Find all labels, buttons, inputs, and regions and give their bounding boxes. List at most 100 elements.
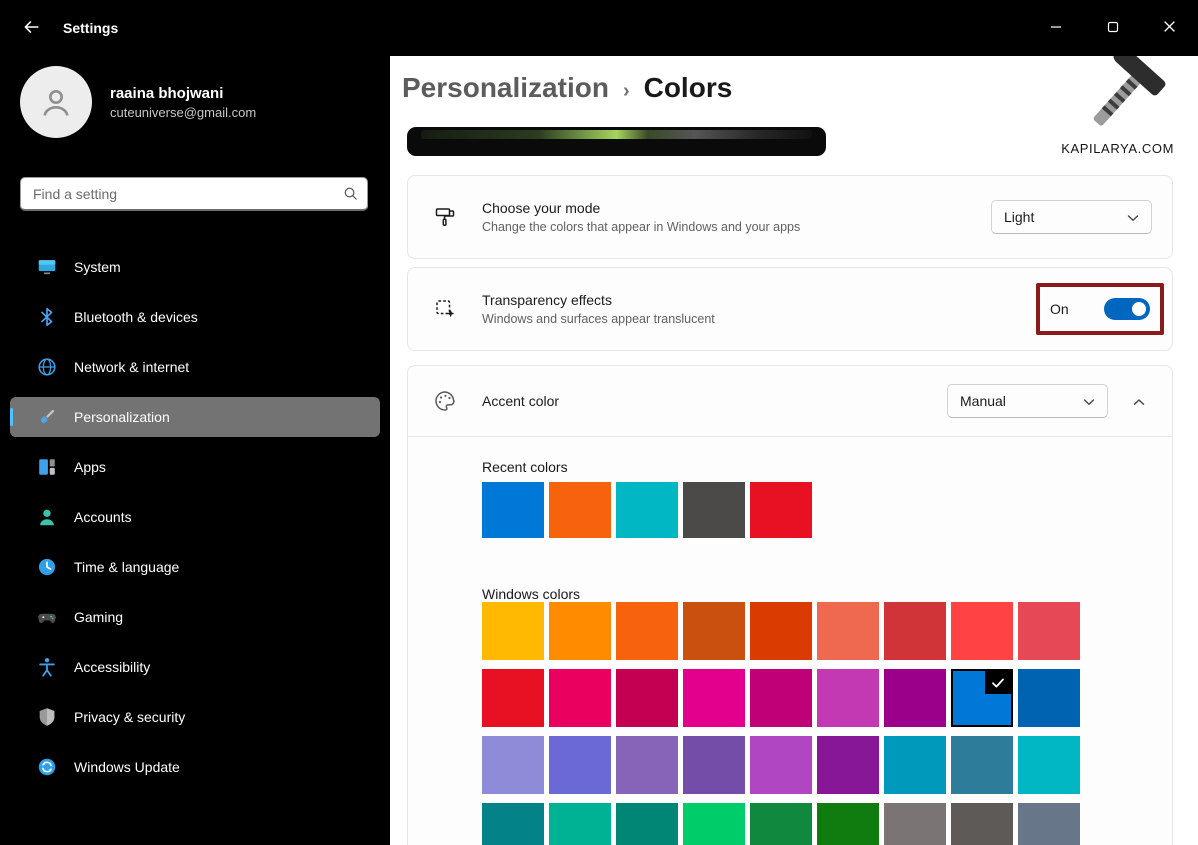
- color-swatch[interactable]: [884, 736, 946, 794]
- color-swatch[interactable]: [750, 602, 812, 660]
- color-swatch[interactable]: [951, 602, 1013, 660]
- color-swatch[interactable]: [482, 602, 544, 660]
- color-swatch[interactable]: [1018, 736, 1080, 794]
- accent-card-title: Accent color: [482, 393, 559, 409]
- transparency-toggle[interactable]: [1104, 298, 1150, 320]
- sidebar-item-label: Time & language: [74, 559, 179, 575]
- color-swatch[interactable]: [884, 669, 946, 727]
- globe-icon: [36, 356, 58, 378]
- maximize-button[interactable]: [1084, 0, 1141, 56]
- user-name: raaina bhojwani: [110, 85, 256, 102]
- color-swatch[interactable]: [549, 736, 611, 794]
- avatar: [20, 66, 92, 138]
- main-content: Personalization › Colors KAPILARYA.COM: [390, 56, 1198, 845]
- color-swatch[interactable]: [482, 803, 544, 845]
- selected-check-icon: [985, 671, 1011, 694]
- paintbrush-icon: [36, 406, 58, 428]
- color-swatch[interactable]: [951, 803, 1013, 845]
- back-button[interactable]: [16, 13, 46, 43]
- color-swatch-selected[interactable]: [951, 669, 1013, 727]
- maximize-icon: [1107, 21, 1119, 36]
- color-swatch[interactable]: [750, 669, 812, 727]
- color-swatch[interactable]: [549, 602, 611, 660]
- transparency-icon: [432, 297, 458, 321]
- sidebar-item-label: Accounts: [74, 509, 132, 525]
- windows-colors-row: [482, 736, 1152, 794]
- color-swatch[interactable]: [750, 482, 812, 538]
- user-email: cuteuniverse@gmail.com: [110, 105, 256, 120]
- sidebar-item-label: Windows Update: [74, 759, 180, 775]
- windows-colors-row: [482, 602, 1152, 660]
- color-swatch[interactable]: [817, 736, 879, 794]
- sidebar-item-label: Personalization: [74, 409, 170, 425]
- window-controls: [1027, 0, 1198, 56]
- color-swatch[interactable]: [683, 669, 745, 727]
- color-swatch[interactable]: [683, 803, 745, 845]
- transparency-card-title: Transparency effects: [482, 292, 715, 308]
- sidebar-item-gaming[interactable]: Gaming: [10, 597, 380, 637]
- transparency-card-description: Windows and surfaces appear translucent: [482, 312, 715, 326]
- color-swatch[interactable]: [616, 602, 678, 660]
- paint-roller-icon: [432, 205, 458, 229]
- mode-dropdown[interactable]: Light: [991, 200, 1152, 234]
- sidebar-item-label: System: [74, 259, 121, 275]
- user-account[interactable]: raaina bhojwani cuteuniverse@gmail.com: [20, 66, 256, 138]
- mode-card-title: Choose your mode: [482, 200, 800, 216]
- sidebar-item-label: Bluetooth & devices: [74, 309, 198, 325]
- toggle-knob: [1132, 302, 1146, 316]
- sidebar-item-apps[interactable]: Apps: [10, 447, 380, 487]
- color-swatch[interactable]: [1018, 803, 1080, 845]
- color-swatch[interactable]: [884, 602, 946, 660]
- color-swatch[interactable]: [549, 669, 611, 727]
- accent-color-card: Accent color Manual Recent colors: [407, 365, 1173, 845]
- bluetooth-icon: [36, 306, 58, 328]
- theme-preview-wallpaper-sliver: [421, 130, 812, 139]
- search-box: [20, 177, 368, 211]
- minimize-button[interactable]: [1027, 0, 1084, 56]
- color-swatch[interactable]: [482, 669, 544, 727]
- person-icon: [36, 506, 58, 528]
- color-swatch[interactable]: [1018, 669, 1080, 727]
- breadcrumb-personalization[interactable]: Personalization: [402, 72, 609, 104]
- color-swatch[interactable]: [616, 482, 678, 538]
- chevron-down-icon: [1083, 393, 1095, 409]
- color-swatch[interactable]: [549, 482, 611, 538]
- sidebar-item-network[interactable]: Network & internet: [10, 347, 380, 387]
- accent-mode-dropdown[interactable]: Manual: [947, 384, 1108, 418]
- sidebar-item-accessibility[interactable]: Accessibility: [10, 647, 380, 687]
- color-swatch[interactable]: [817, 803, 879, 845]
- color-swatch[interactable]: [616, 736, 678, 794]
- color-swatch[interactable]: [683, 602, 745, 660]
- color-swatch[interactable]: [683, 482, 745, 538]
- sidebar-item-windows-update[interactable]: Windows Update: [10, 747, 380, 787]
- sidebar-item-time-language[interactable]: Time & language: [10, 547, 380, 587]
- chevron-down-icon: [1127, 209, 1139, 225]
- color-swatch[interactable]: [616, 803, 678, 845]
- color-swatch[interactable]: [750, 803, 812, 845]
- chevron-up-icon: [1133, 394, 1145, 409]
- color-swatch[interactable]: [817, 602, 879, 660]
- sidebar-item-bluetooth[interactable]: Bluetooth & devices: [10, 297, 380, 337]
- color-swatch[interactable]: [884, 803, 946, 845]
- collapse-section-button[interactable]: [1126, 389, 1152, 413]
- color-swatch[interactable]: [817, 669, 879, 727]
- close-button[interactable]: [1141, 0, 1198, 56]
- color-swatch[interactable]: [616, 669, 678, 727]
- color-swatch[interactable]: [482, 736, 544, 794]
- sidebar-item-privacy[interactable]: Privacy & security: [10, 697, 380, 737]
- sidebar-item-system[interactable]: System: [10, 247, 380, 287]
- color-swatch[interactable]: [1018, 602, 1080, 660]
- windows-colors-row: [482, 803, 1152, 845]
- clock-icon: [36, 556, 58, 578]
- color-swatch[interactable]: [951, 736, 1013, 794]
- sidebar-item-label: Privacy & security: [74, 709, 185, 725]
- sidebar-item-accounts[interactable]: Accounts: [10, 497, 380, 537]
- color-swatch[interactable]: [750, 736, 812, 794]
- color-swatch[interactable]: [482, 482, 544, 538]
- color-swatch[interactable]: [549, 803, 611, 845]
- search-input[interactable]: [21, 178, 333, 209]
- color-swatch[interactable]: [683, 736, 745, 794]
- sidebar-nav: System Bluetooth & devices Network & int…: [10, 247, 380, 797]
- sidebar-item-personalization[interactable]: Personalization: [10, 397, 380, 437]
- apps-tiles-icon: [36, 456, 58, 478]
